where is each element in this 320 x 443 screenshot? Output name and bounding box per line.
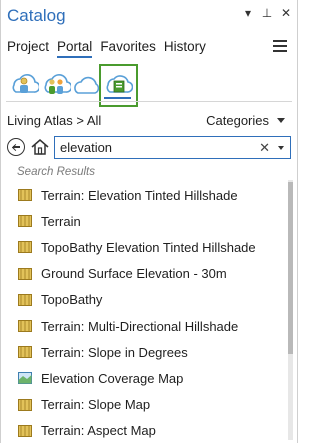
result-item[interactable]: Ground Surface Elevation - 30m: [0, 261, 286, 287]
breadcrumb: Living Atlas > All: [7, 113, 102, 128]
hamburger-menu-icon[interactable]: [273, 40, 287, 52]
image-service-icon: [18, 215, 32, 228]
map-icon: [18, 372, 32, 385]
result-item[interactable]: Terrain: [0, 208, 286, 234]
result-item[interactable]: Elevation Coverage Map: [0, 365, 286, 391]
image-service-icon: [18, 241, 32, 254]
chevron-down-icon: [277, 118, 285, 123]
scrollbar-thumb[interactable]: [288, 182, 293, 354]
home-icon[interactable]: [30, 137, 50, 157]
result-item[interactable]: Terrain: Elevation Tinted Hillshade: [0, 182, 286, 208]
toolbar-divider: [6, 101, 292, 102]
result-title: TopoBathy: [41, 292, 103, 308]
image-service-icon: [18, 346, 32, 359]
image-service-icon: [18, 267, 32, 280]
categories-dropdown[interactable]: Categories: [206, 113, 285, 128]
tab-portal[interactable]: Portal: [57, 39, 93, 58]
result-item[interactable]: Terrain: Aspect Map: [0, 418, 286, 443]
groups-icon[interactable]: [41, 70, 73, 98]
pane-options-chevron-down-icon[interactable]: ▾: [242, 6, 254, 20]
result-item[interactable]: Terrain: Slope in Degrees: [0, 339, 286, 365]
result-item[interactable]: TopoBathy: [0, 287, 286, 313]
selected-view-indicator: [104, 97, 131, 99]
catalog-tabs: Project Portal Favorites History: [7, 39, 206, 58]
image-service-icon: [18, 293, 32, 306]
result-title: Terrain: Aspect Map: [41, 423, 156, 439]
pin-icon[interactable]: ⊥: [261, 6, 273, 20]
result-title: Elevation Coverage Map: [41, 370, 184, 386]
tab-history[interactable]: History: [164, 39, 206, 58]
back-arrow-icon[interactable]: [7, 138, 25, 156]
result-title: Terrain: Elevation Tinted Hillshade: [41, 187, 238, 203]
result-title: Ground Surface Elevation - 30m: [41, 266, 227, 282]
image-service-icon: [18, 424, 32, 437]
categories-label: Categories: [206, 113, 269, 128]
tab-project[interactable]: Project: [7, 39, 49, 58]
search-box: ✕: [54, 136, 291, 159]
result-title: Terrain: Slope in Degrees: [41, 344, 188, 360]
result-title: TopoBathy Elevation Tinted Hillshade: [41, 239, 256, 255]
clear-search-icon[interactable]: ✕: [259, 140, 270, 156]
result-title: Terrain: Slope Map: [41, 397, 151, 413]
result-item[interactable]: Terrain: Slope Map: [0, 392, 286, 418]
image-service-icon: [18, 189, 32, 202]
results-list: Terrain: Elevation Tinted Hillshade Terr…: [0, 182, 286, 443]
image-service-icon: [18, 398, 32, 411]
search-input[interactable]: [60, 139, 250, 156]
tab-favorites[interactable]: Favorites: [100, 39, 156, 58]
search-results-heading: Search Results: [17, 166, 95, 178]
search-options-chevron-down-icon[interactable]: [278, 146, 284, 150]
result-title: Terrain: [41, 213, 81, 229]
my-content-icon[interactable]: [9, 70, 41, 98]
portal-view-toolbar: [0, 64, 298, 110]
pane-title: Catalog: [7, 6, 66, 25]
all-portal-icon[interactable]: [71, 70, 101, 98]
result-title: Terrain: Multi-Directional Hillshade: [41, 318, 239, 334]
pane-controls: ▾ ⊥ ✕: [242, 6, 292, 20]
image-service-icon: [18, 320, 32, 333]
result-item[interactable]: TopoBathy Elevation Tinted Hillshade: [0, 234, 286, 260]
close-icon[interactable]: ✕: [280, 6, 292, 20]
result-item[interactable]: Terrain: Multi-Directional Hillshade: [0, 313, 286, 339]
pane-titlebar: Catalog ▾ ⊥ ✕: [0, 0, 298, 34]
results-scrollbar[interactable]: [288, 180, 293, 440]
